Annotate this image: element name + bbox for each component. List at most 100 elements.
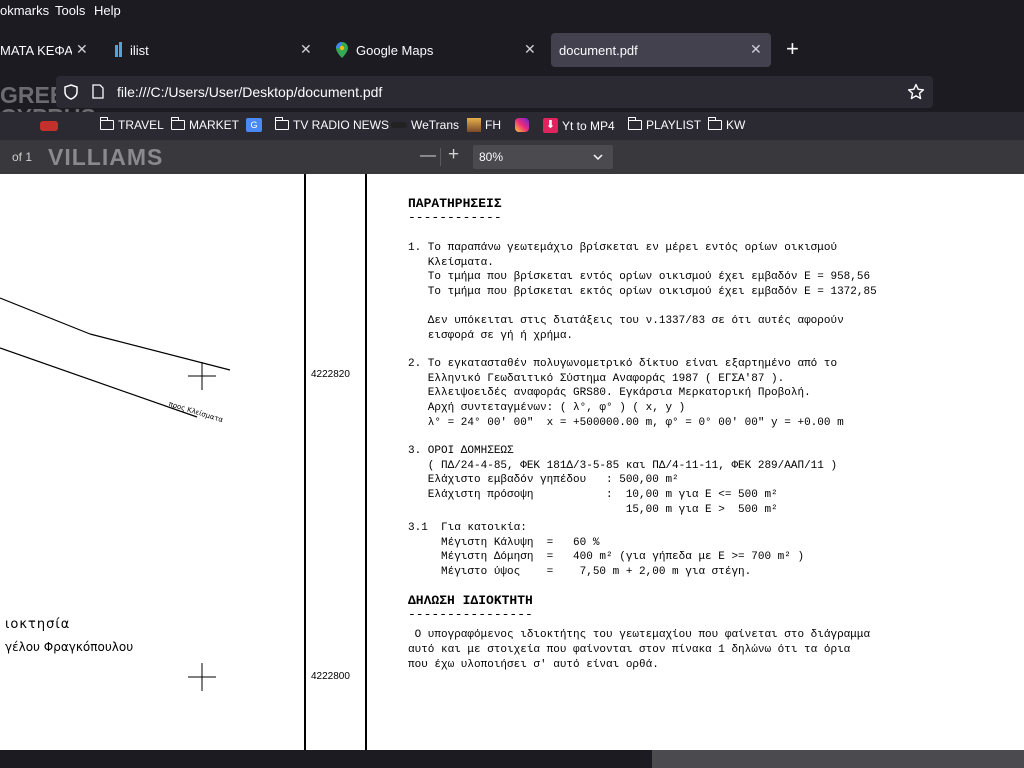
- note-line: Ελληνικό Γεωδαιτικό Σύστημα Αναφοράς 198…: [408, 372, 785, 385]
- frame-line: [304, 174, 306, 750]
- zoom-in-button[interactable]: +: [448, 144, 459, 166]
- folder-icon: [707, 117, 722, 130]
- note-line: Μέγιστο ύψος = 7,50 m + 2,00 m για στέγη…: [408, 565, 752, 578]
- heading-underline: ------------: [408, 210, 502, 225]
- bookmark-yt-to-mp4[interactable]: ⬇ Yt to MP4: [543, 118, 615, 133]
- star-icon[interactable]: [907, 83, 925, 101]
- note-line: 3.1 Για κατοικία:: [408, 522, 527, 535]
- note-2: 2. Το εγκατασταθέν πολυγωνομετρικό δίκτυ…: [408, 357, 948, 430]
- note-line: [408, 299, 948, 314]
- bookmarks-bar: TRAVEL MARKET G TV RADIO NEWS WeTrans FH…: [0, 112, 1024, 140]
- menu-help[interactable]: Help: [94, 3, 121, 18]
- note-1: 1. Το παραπάνω γεωτεμάχιο βρίσκεται εν μ…: [408, 241, 948, 343]
- coordinate-label: 4222800: [311, 671, 350, 682]
- zoom-out-button[interactable]: —: [420, 147, 436, 165]
- bookmark-kw[interactable]: KW: [707, 117, 746, 132]
- note-line: 1. Το παραπάνω γεωτεμάχιο βρίσκεται εν μ…: [408, 242, 838, 254]
- note-line: Αρχή συντεταγμένων: ( λ°, φ° ) ( x, y ): [408, 401, 686, 414]
- horizontal-scrollbar-thumb[interactable]: [652, 750, 1024, 768]
- note-line: Το τμήμα που βρίσκεται εκτός ορίων οικισ…: [408, 285, 877, 298]
- page-count: of 1: [12, 150, 33, 164]
- bookmark-playlist[interactable]: PLAYLIST: [627, 117, 701, 132]
- close-icon[interactable]: ✕: [76, 41, 88, 58]
- note-3-1: 3.1 Για κατοικία: Μέγιστη Κάλυψη = 60 % …: [408, 521, 948, 579]
- url-text[interactable]: file:///C:/Users/User/Desktop/document.p…: [117, 84, 382, 100]
- note-line: Ελάχιστη πρόσοψη : 10,00 m για Ε <= 500 …: [408, 488, 778, 501]
- chevron-down-icon: [593, 154, 603, 161]
- tab-ilist[interactable]: ilist ✕: [108, 33, 320, 67]
- bookmark-label: Yt to MP4: [562, 118, 615, 133]
- shield-icon[interactable]: [64, 84, 78, 100]
- note-line: 3. ΟΡΟΙ ΔΟΜΗΣΕΩΣ: [408, 445, 514, 458]
- menu-tools[interactable]: Tools: [55, 3, 85, 18]
- translate-icon: G: [246, 118, 262, 132]
- note-line: 15,00 m για Ε > 500 m²: [408, 503, 778, 516]
- notes-heading: ΠΑΡΑΤΗΡΗΣΕΙΣ: [408, 196, 502, 211]
- folder-icon: [99, 117, 114, 130]
- fh-icon: [467, 118, 481, 132]
- tab-kefalaia[interactable]: ΜΑΤΑ ΚΕΦΑΛ ✕: [0, 33, 92, 67]
- site-plan-drawing: [0, 297, 231, 691]
- note-line: λ° = 24° 00' 00" x = +500000.00 m, φ° = …: [408, 416, 844, 429]
- toolbar-divider: [440, 148, 441, 166]
- bookmark-tv-radio-news[interactable]: TV RADIO NEWS: [274, 117, 390, 132]
- bookmark-travel[interactable]: TRAVEL: [99, 117, 164, 132]
- tab-label: ilist: [130, 43, 149, 58]
- menu-bookmarks[interactable]: okmarks: [0, 3, 49, 18]
- pdf-page: προς Κλείσματα ιοκτησία γέλου Φραγκόπουλ…: [0, 174, 1024, 750]
- bookmark-market[interactable]: MARKET: [170, 117, 240, 132]
- note-line: ( ΠΔ/24-4-85, ΦΕΚ 181Δ/3-5-85 και ΠΔ/4-1…: [408, 459, 838, 472]
- tab-label: ΜΑΤΑ ΚΕΦΑΛ: [0, 43, 72, 58]
- note-line: εισφορά σε γή ή χρήμα.: [408, 329, 574, 342]
- note-line: 2. Το εγκατασταθέν πολυγωνομετρικό δίκτυ…: [408, 358, 838, 371]
- bookmark-label: MARKET: [189, 118, 240, 132]
- note-line: Ο υπογραφόμενος ιδιοκτήτης του γεωτεμαχί…: [408, 629, 871, 642]
- site-icon: [115, 45, 118, 57]
- instagram-icon: [515, 118, 529, 132]
- new-tab-button[interactable]: +: [786, 36, 799, 62]
- folder-icon: [627, 117, 642, 130]
- tab-label: Google Maps: [356, 43, 434, 58]
- horizontal-scrollbar-track: [0, 750, 1024, 768]
- notes-section: ΠΑΡΑΤΗΡΗΣΕΙΣ ------------ 1. Το παραπάνω…: [408, 196, 948, 672]
- download-icon: ⬇: [543, 118, 558, 133]
- tab-label: document.pdf: [559, 43, 638, 58]
- close-icon[interactable]: ✕: [300, 41, 312, 58]
- owner-name: γέλου Φραγκόπουλου: [5, 640, 134, 654]
- note-line: Ελάχιστο εμβαδόν γηπέδου : 500,00 m²: [408, 474, 679, 487]
- close-icon[interactable]: ✕: [750, 41, 762, 58]
- declaration-text: Ο υπογραφόμενος ιδιοκτήτης του γεωτεμαχί…: [408, 628, 948, 672]
- bookmark-label: TV RADIO NEWS: [293, 118, 390, 132]
- folder-icon: [274, 117, 289, 130]
- watermark-line: VILLIAMS: [48, 144, 164, 170]
- tab-bar: ΜΑΤΑ ΚΕΦΑΛ ✕ ilist ✕ Google Maps ✕ docum…: [0, 30, 1024, 70]
- menu-bar: okmarks Tools Help: [0, 0, 1024, 22]
- bookmark-instagram[interactable]: [515, 118, 529, 132]
- google-maps-icon: [336, 42, 348, 58]
- note-line: Μέγιστη Δόμηση = 400 m² (για γήπεδα με Ε…: [408, 551, 805, 564]
- pdf-toolbar: of 1 VILLIAMS — + 80%: [0, 140, 1024, 174]
- note-line: Το τμήμα που βρίσκεται εντός ορίων οικισ…: [408, 271, 871, 284]
- note-line: Κλείσματα.: [408, 256, 494, 269]
- tab-google-maps[interactable]: Google Maps ✕: [328, 33, 544, 67]
- heading-underline: ----------------: [408, 607, 533, 623]
- bookmark-label: FH: [485, 118, 501, 132]
- bookmark-label: TRAVEL: [118, 118, 164, 132]
- note-3: 3. ΟΡΟΙ ΔΟΜΗΣΕΩΣ ( ΠΔ/24-4-85, ΦΕΚ 181Δ/…: [408, 444, 948, 517]
- bookmark-wetransfer[interactable]: WeTrans: [391, 118, 459, 132]
- note-line: Δεν υπόκειται στις διατάξεις του ν.1337/…: [408, 314, 844, 327]
- bookmark-translate[interactable]: G: [246, 118, 262, 132]
- site-icon-bar: [119, 42, 122, 57]
- page-icon: [92, 84, 104, 99]
- youtube-icon[interactable]: [40, 121, 58, 131]
- bookmark-label: WeTrans: [411, 118, 460, 132]
- owner-label: ιοκτησία: [5, 617, 71, 632]
- zoom-select[interactable]: 80%: [473, 145, 613, 169]
- bookmark-fh[interactable]: FH: [467, 118, 501, 132]
- tab-document-pdf[interactable]: document.pdf ✕: [551, 33, 771, 67]
- note-line: αυτό και με στοιχεία που φαίνονται στον …: [408, 644, 851, 657]
- bookmark-label: KW: [726, 118, 746, 132]
- zoom-value: 80%: [479, 150, 504, 164]
- url-bar[interactable]: file:///C:/Users/User/Desktop/document.p…: [56, 76, 933, 108]
- close-icon[interactable]: ✕: [524, 41, 536, 58]
